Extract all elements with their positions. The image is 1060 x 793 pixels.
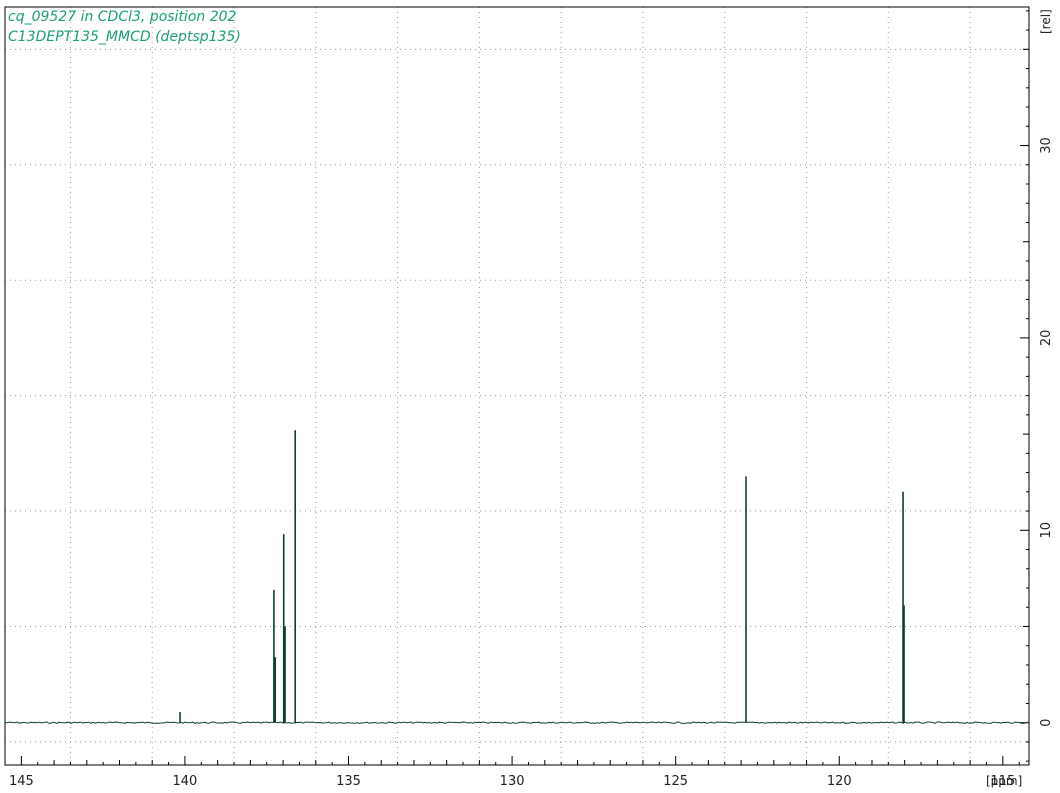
baseline-trace <box>4 721 1030 724</box>
y-tick-label: 0 <box>1039 719 1054 727</box>
y-axis-unit-label: [rel] <box>1039 9 1053 34</box>
x-axis-ticks: 145 140 135 130 125 120 115 <box>4 756 1020 789</box>
grid-lines <box>5 7 1029 765</box>
x-tick-label: 120 <box>827 774 852 789</box>
axes <box>4 6 1030 766</box>
x-axis-unit-label: [ppm] <box>986 774 1022 788</box>
plot-frame <box>4 6 1030 766</box>
y-tick-label: 20 <box>1039 330 1054 347</box>
title-line-2: C13DEPT135_MMCD (deptsp135) <box>8 29 241 45</box>
y-tick-label: 30 <box>1039 137 1054 154</box>
x-tick-label: 135 <box>336 774 361 789</box>
nmr-spectrum-chart: 145 140 135 130 125 120 115 0102030 cq_09527 i… <box>4 6 1054 789</box>
spectrum-trace <box>4 430 1030 724</box>
x-tick-label: 130 <box>500 774 525 789</box>
title-block: cq_09527 in CDCl3, position 202 C13DEPT1… <box>8 9 241 45</box>
x-tick-label: 140 <box>173 774 198 789</box>
y-tick-label: 10 <box>1039 522 1054 539</box>
title-line-1: cq_09527 in CDCl3, position 202 <box>8 9 237 25</box>
x-tick-label: 145 <box>9 774 34 789</box>
x-tick-label: 125 <box>663 774 688 789</box>
y-axis-ticks: 0 10 20 30 <box>1020 10 1054 762</box>
